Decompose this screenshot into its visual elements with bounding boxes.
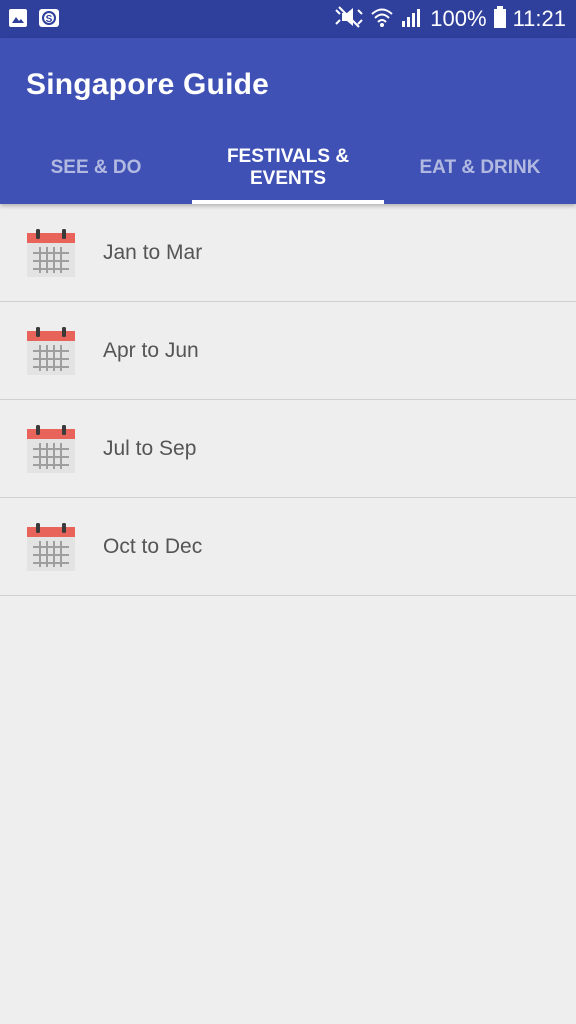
clock: 11:21	[512, 6, 566, 31]
tab-eat-and-drink[interactable]: EAT & DRINK	[384, 132, 576, 204]
battery-icon	[493, 5, 507, 33]
wifi-icon	[370, 6, 394, 33]
calendar-icon	[26, 228, 76, 278]
calendar-icon	[26, 522, 76, 572]
calendar-icon	[26, 326, 76, 376]
tab-label: SEE & DO	[50, 157, 142, 178]
mute-icon	[334, 5, 364, 33]
tab-bar: SEE & DO FESTIVALS & EVENTS EAT & DRINK	[0, 132, 576, 204]
signal-icon	[400, 6, 424, 33]
list-item-label: Jul to Sep	[103, 436, 197, 460]
list-item-label: Oct to Dec	[103, 534, 203, 558]
tab-label: EAT & DRINK	[419, 157, 541, 178]
list-item-jan-to-mar[interactable]: Jan to Mar	[0, 204, 576, 302]
app-notification-icon: S	[38, 8, 60, 33]
list-item-oct-to-dec[interactable]: Oct to Dec	[0, 498, 576, 596]
battery-percentage: 100%	[430, 6, 487, 31]
list-item-apr-to-jun[interactable]: Apr to Jun	[0, 302, 576, 400]
tab-festivals-and-events[interactable]: FESTIVALS & EVENTS	[192, 132, 384, 204]
image-notification-icon	[8, 8, 28, 33]
event-period-list: Jan to Mar Apr to Jun Jul to Sep Oct to …	[0, 204, 576, 596]
app-title: Singapore Guide	[26, 68, 270, 101]
list-item-jul-to-sep[interactable]: Jul to Sep	[0, 400, 576, 498]
status-bar: S 100% 11:21	[0, 0, 576, 38]
svg-text:S: S	[46, 14, 53, 25]
calendar-icon	[26, 424, 76, 474]
tab-label: FESTIVALS & EVENTS	[226, 146, 350, 189]
list-item-label: Jan to Mar	[103, 240, 203, 264]
list-item-label: Apr to Jun	[103, 338, 199, 362]
app-bar: Singapore Guide SEE & DO FESTIVALS & EVE…	[0, 38, 576, 204]
tab-see-and-do[interactable]: SEE & DO	[0, 132, 192, 204]
